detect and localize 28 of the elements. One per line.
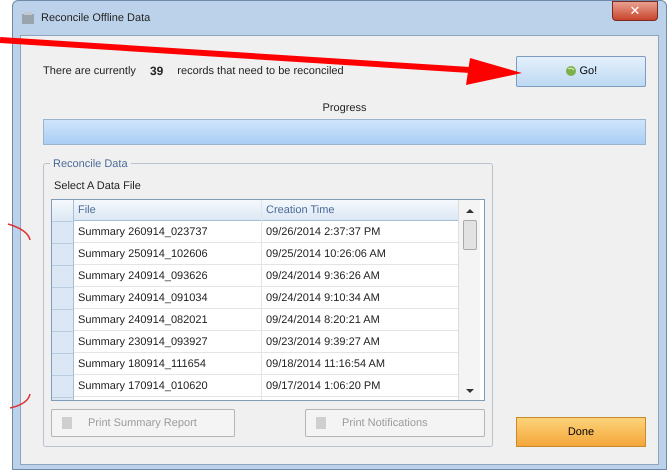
- column-header[interactable]: Creation Time: [262, 200, 458, 221]
- progress-label: Progress: [322, 102, 367, 114]
- printer-icon: [314, 416, 328, 430]
- scrollbar[interactable]: [458, 200, 480, 400]
- done-button[interactable]: Done: [516, 417, 646, 448]
- prompt-label: Select A Data File: [54, 180, 141, 192]
- go-button[interactable]: Go!: [516, 56, 646, 86]
- column-header[interactable]: File: [74, 200, 261, 221]
- status-text: records that need to be reconciled: [177, 64, 344, 79]
- status-text: There are currently: [43, 64, 136, 79]
- window-title: Reconcile Offline Data: [41, 10, 150, 26]
- table-cell: Summary 240914_093626: [74, 264, 261, 287]
- annotation-bracket: [8, 223, 31, 240]
- globe-icon: [564, 65, 577, 77]
- table-cell: Summary 250914_102606: [74, 242, 261, 265]
- annotation-bracket: [10, 394, 31, 409]
- record-count: 39: [150, 63, 164, 80]
- table-cell: Summary 170914_010620: [74, 374, 261, 397]
- table-cell: Summary 240914_091034: [74, 286, 261, 309]
- printer-icon: [60, 416, 74, 430]
- window-icon: [21, 11, 35, 25]
- table-cell: Summary 260914_023737: [74, 220, 261, 243]
- table-cell: Summary 230914_093927: [74, 330, 261, 353]
- close-button[interactable]: ✕: [612, 1, 658, 21]
- table-cell: Summary 180914_111654: [74, 352, 261, 375]
- table-cell: Summary 240914_082021: [74, 308, 261, 331]
- scroll-thumb[interactable]: [462, 220, 476, 250]
- header-corner[interactable]: [52, 200, 73, 222]
